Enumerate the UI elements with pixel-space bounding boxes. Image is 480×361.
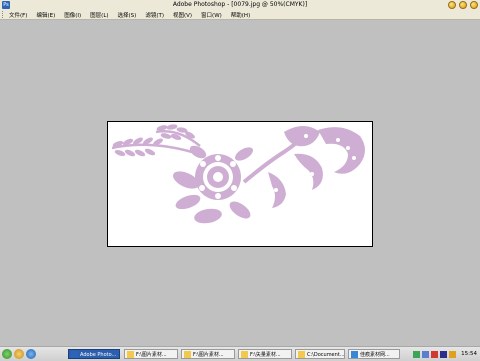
menu-view[interactable]: 视图(V) bbox=[173, 11, 192, 19]
folder-icon bbox=[298, 351, 305, 358]
menu-bar: 文件(F) 编辑(E) 图像(I) 图层(L) 选择(S) 滤镜(T) 视图(V… bbox=[0, 10, 480, 20]
menu-layer[interactable]: 图层(L) bbox=[90, 11, 108, 19]
input-method-icon[interactable] bbox=[440, 350, 448, 358]
menu-filter[interactable]: 滤镜(T) bbox=[145, 11, 164, 19]
window-controls bbox=[448, 1, 478, 9]
menu-file[interactable]: 文件(F) bbox=[9, 11, 27, 19]
menu-select[interactable]: 选择(S) bbox=[118, 11, 137, 19]
task-label: F:\矢量素材... bbox=[250, 352, 281, 358]
quick-launch bbox=[2, 349, 36, 359]
photoshop-icon bbox=[71, 351, 78, 358]
volume-icon[interactable] bbox=[422, 350, 430, 358]
clock: 15:54 bbox=[461, 351, 477, 357]
task-folder-4[interactable]: C:\Document... bbox=[295, 349, 345, 359]
menu-window[interactable]: 窗口(W) bbox=[201, 11, 222, 19]
folder-icon bbox=[241, 351, 248, 358]
window-title: Adobe Photoshop - [0079.jpg @ 50%(CMYK)] bbox=[172, 1, 308, 8]
maximize-button[interactable] bbox=[459, 1, 467, 9]
task-folder-3[interactable]: F:\矢量素材... bbox=[238, 349, 292, 359]
minimize-button[interactable] bbox=[448, 1, 456, 9]
update-icon[interactable] bbox=[449, 350, 457, 358]
task-folder-1[interactable]: F:\图片素材... bbox=[124, 349, 178, 359]
document-canvas[interactable] bbox=[107, 121, 373, 247]
taskbar: Adobe Photo... F:\图片素材... F:\图片素材... F:\… bbox=[0, 346, 480, 361]
task-label: F:\图片素材... bbox=[136, 352, 167, 358]
folder-icon bbox=[184, 351, 191, 358]
task-browser[interactable]: 佳痕素材网... bbox=[348, 349, 400, 359]
network-icon[interactable] bbox=[413, 350, 421, 358]
browser-icon bbox=[351, 351, 358, 358]
antivirus-icon[interactable] bbox=[431, 350, 439, 358]
start-orb-icon[interactable] bbox=[2, 349, 12, 359]
browser-icon[interactable] bbox=[26, 349, 36, 359]
task-label: C:\Document... bbox=[307, 352, 345, 358]
media-player-icon[interactable] bbox=[14, 349, 24, 359]
menu-grip bbox=[2, 11, 6, 18]
system-tray: 15:54 bbox=[413, 348, 480, 360]
menu-edit[interactable]: 编辑(E) bbox=[36, 11, 55, 19]
task-label: Adobe Photo... bbox=[80, 352, 117, 358]
menu-help[interactable]: 帮助(H) bbox=[231, 11, 250, 19]
task-folder-2[interactable]: F:\图片素材... bbox=[181, 349, 235, 359]
menu-image[interactable]: 图像(I) bbox=[64, 11, 81, 19]
task-photoshop[interactable]: Adobe Photo... bbox=[68, 349, 120, 359]
task-label: 佳痕素材网... bbox=[360, 352, 390, 358]
task-label: F:\图片素材... bbox=[193, 352, 224, 358]
floral-ornament-image bbox=[111, 124, 365, 224]
close-button[interactable] bbox=[470, 1, 478, 9]
folder-icon bbox=[127, 351, 134, 358]
